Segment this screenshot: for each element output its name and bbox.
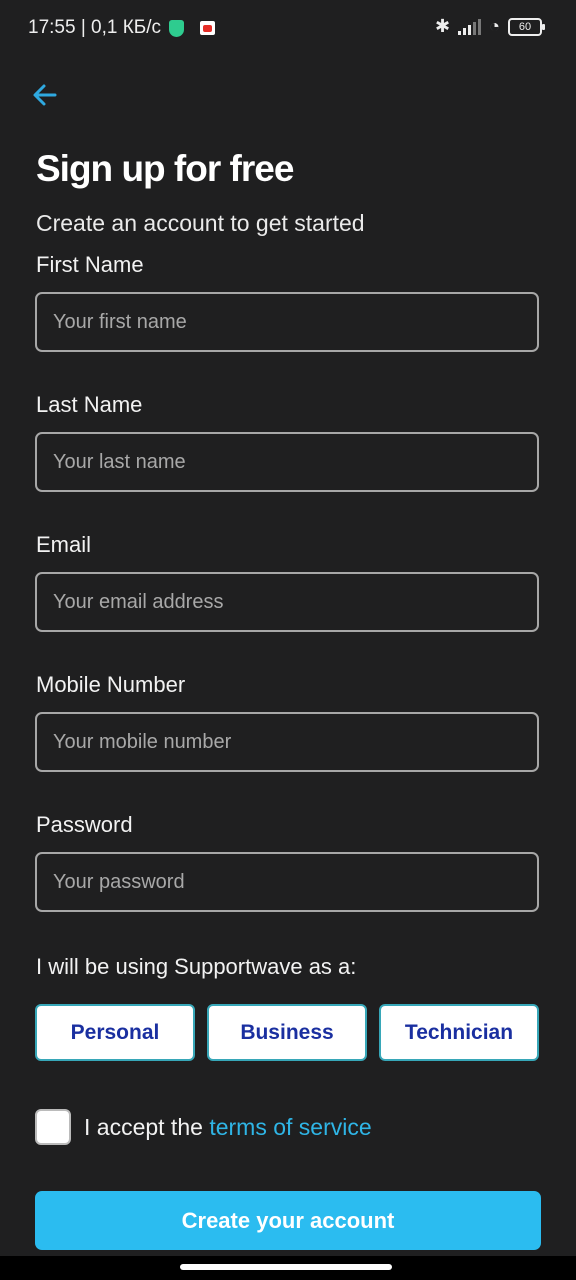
home-indicator[interactable] [180,1264,392,1270]
first-name-input[interactable] [35,292,539,352]
signal-icon [458,18,482,35]
youtube-icon [200,21,216,35]
password-label: Password [36,812,133,837]
terms-text: I accept the terms of service [84,1114,372,1141]
terms-prefix: I accept the [84,1114,203,1140]
status-right: ✱ ◔ 60 [435,16,545,37]
arrow-left-icon [33,84,57,106]
role-personal-button[interactable]: Personal [35,1004,195,1061]
role-prompt: I will be using Supportwave as a: [36,954,357,979]
time-speed: 17:55 | 0,1 КБ/с [28,17,162,38]
email-input[interactable] [35,572,539,632]
status-left: 17:55 | 0,1 КБ/с [28,17,216,39]
role-technician-button[interactable]: Technician [379,1004,539,1061]
email-label: Email [36,532,92,557]
last-name-input[interactable] [35,432,539,492]
create-account-button[interactable]: Create your account [35,1191,541,1250]
shield-icon [169,19,185,37]
role-business-button[interactable]: Business [207,1004,367,1061]
page-subtitle: Create an account to get started [36,210,365,236]
battery-icon: 60 [508,17,545,36]
last-name-label: Last Name [36,392,143,417]
page-title: Sign up for free [36,148,294,189]
mobile-input[interactable] [35,712,539,772]
terms-link[interactable]: terms of service [209,1114,371,1140]
wifi-icon: ◔ [489,16,500,36]
mobile-label: Mobile Number [36,672,186,697]
terms-checkbox[interactable] [35,1109,71,1145]
back-button[interactable] [30,80,60,110]
first-name-label: First Name [36,252,144,277]
nav-bar [0,1256,576,1280]
status-bar: 17:55 | 0,1 КБ/с ✱ ◔ 60 [0,0,576,56]
bluetooth-icon: ✱ [435,16,451,36]
password-input[interactable] [35,852,539,912]
